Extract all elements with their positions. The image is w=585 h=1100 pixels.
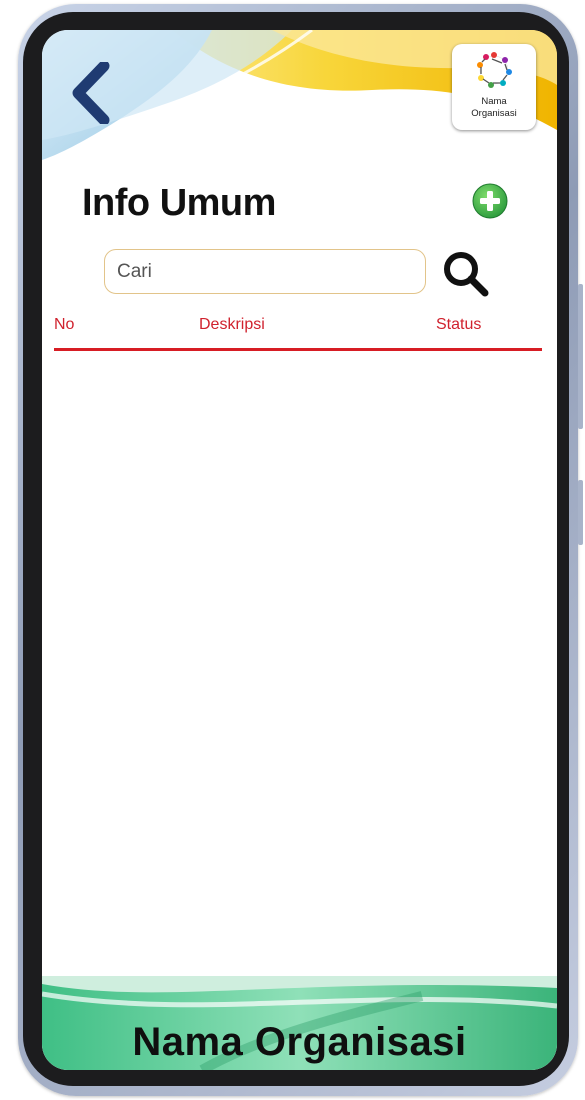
page-title: Info Umum <box>82 182 276 224</box>
table-header-divider <box>54 348 542 351</box>
logo-text-line1: Nama <box>481 96 507 107</box>
search-icon <box>444 252 489 297</box>
chevron-left-icon <box>72 60 110 126</box>
footer-title: Nama Organisasi <box>132 1020 467 1064</box>
column-header-deskripsi: Deskripsi <box>199 316 265 333</box>
column-header-no: No <box>54 316 75 333</box>
plus-circle-icon <box>472 183 508 219</box>
power-button <box>578 480 583 545</box>
search-input[interactable] <box>104 249 426 294</box>
people-circle-logo-icon <box>477 52 512 88</box>
add-button[interactable] <box>472 183 508 219</box>
search-button[interactable] <box>440 248 492 300</box>
app-screen: Nama Organisasi Info Umum No Deskripsi S… <box>42 30 557 1070</box>
info-list[interactable] <box>54 354 542 974</box>
back-button[interactable] <box>66 60 118 126</box>
organization-logo: Nama Organisasi <box>452 44 536 130</box>
logo-text-line2: Organisasi <box>471 108 517 119</box>
volume-button <box>578 284 583 429</box>
column-header-status: Status <box>436 316 482 333</box>
